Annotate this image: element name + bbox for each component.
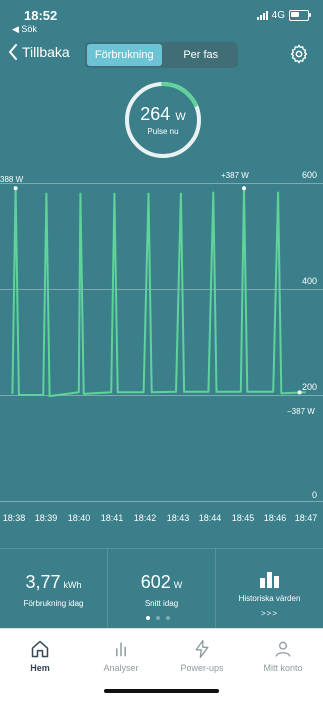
x-tick-label: 18:42 — [133, 513, 157, 523]
tab-my-account[interactable]: Mitt konto — [243, 639, 323, 673]
series-line — [11, 187, 306, 398]
gauge-label: Pulse nu — [147, 127, 179, 136]
x-tick-label: 18:47 — [294, 513, 318, 523]
x-tick-label: 18:44 — [198, 513, 222, 523]
signal-icon — [256, 11, 268, 20]
stat-unit: kWh — [63, 580, 82, 590]
x-tick-label: 18:39 — [34, 513, 58, 523]
data-point-marker — [297, 390, 302, 395]
x-axis-labels: 18:38 18:39 18:40 18:41 18:42 18:43 18:4… — [0, 513, 323, 525]
tab-label: Hem — [30, 663, 50, 673]
power-chart[interactable]: 600 400 200 0 388 W +387 W −387 W — [0, 165, 323, 530]
stat-label: Snitt idag — [144, 599, 179, 608]
page-indicator — [146, 616, 170, 620]
tab-label: Analyser — [103, 663, 139, 673]
back-button[interactable]: Tillbaka — [8, 44, 70, 60]
x-tick-label: 18:43 — [166, 513, 190, 523]
stat-label: Förbrukning idag — [23, 599, 84, 608]
gauge-value: 264 — [140, 104, 171, 124]
gauge-unit: W — [175, 111, 186, 123]
tab-power-ups[interactable]: Power-ups — [162, 639, 242, 673]
view-segmented-control: Förbrukning Per fas — [85, 42, 238, 68]
home-indicator — [104, 689, 219, 693]
stat-value: 3,77 — [25, 572, 61, 592]
chevron-left-icon — [9, 44, 17, 60]
chevrons-right-icon: >>> — [260, 609, 278, 618]
x-tick-label: 18:45 — [231, 513, 255, 523]
chart-plot-area — [11, 186, 306, 398]
data-point-marker — [242, 186, 247, 191]
stat-unit: W — [173, 580, 183, 590]
tab-per-phase[interactable]: Per fas — [164, 42, 239, 68]
stat-value: 602 — [140, 572, 171, 592]
person-icon — [275, 641, 291, 657]
stat-consumption-today: 3,77 kWh Förbrukning idag — [0, 548, 108, 628]
battery-icon — [289, 10, 311, 21]
bar-chart-icon — [116, 642, 126, 657]
home-icon — [31, 640, 49, 658]
tab-label: Power-ups — [180, 663, 224, 673]
status-bar: 18:52 ◀ Sök 4G — [0, 0, 323, 40]
gauge-readout: 264 W Pulse nu — [123, 80, 203, 160]
x-tick-label: 18:46 — [263, 513, 287, 523]
data-point-marker — [13, 186, 18, 191]
bar-chart-icon — [260, 572, 279, 588]
x-tick-label: 18:40 — [67, 513, 91, 523]
tab-consumption[interactable]: Förbrukning — [85, 42, 164, 68]
network-label: 4G — [271, 10, 285, 21]
page-dot — [156, 616, 160, 620]
x-tick-label: 18:41 — [100, 513, 124, 523]
back-label: Tillbaka — [22, 44, 70, 60]
gear-icon[interactable] — [289, 44, 309, 64]
x-tick-label: 18:38 — [2, 513, 26, 523]
status-time: 18:52 — [24, 8, 58, 23]
page-dot — [166, 616, 170, 620]
tab-label: Mitt konto — [263, 663, 303, 673]
tab-analyses[interactable]: Analyser — [81, 639, 161, 673]
historical-values-button[interactable]: Historiska värden >>> — [216, 548, 323, 628]
status-indicators: 4G — [256, 10, 311, 21]
back-to-search-link[interactable]: ◀ Sök — [12, 24, 37, 35]
tab-home[interactable]: Hem — [0, 639, 80, 673]
nav-bar: Tillbaka Förbrukning Per fas — [0, 40, 323, 72]
page-dot — [146, 616, 150, 620]
bolt-icon — [195, 640, 209, 658]
stat-label: Historiska värden — [238, 594, 301, 603]
